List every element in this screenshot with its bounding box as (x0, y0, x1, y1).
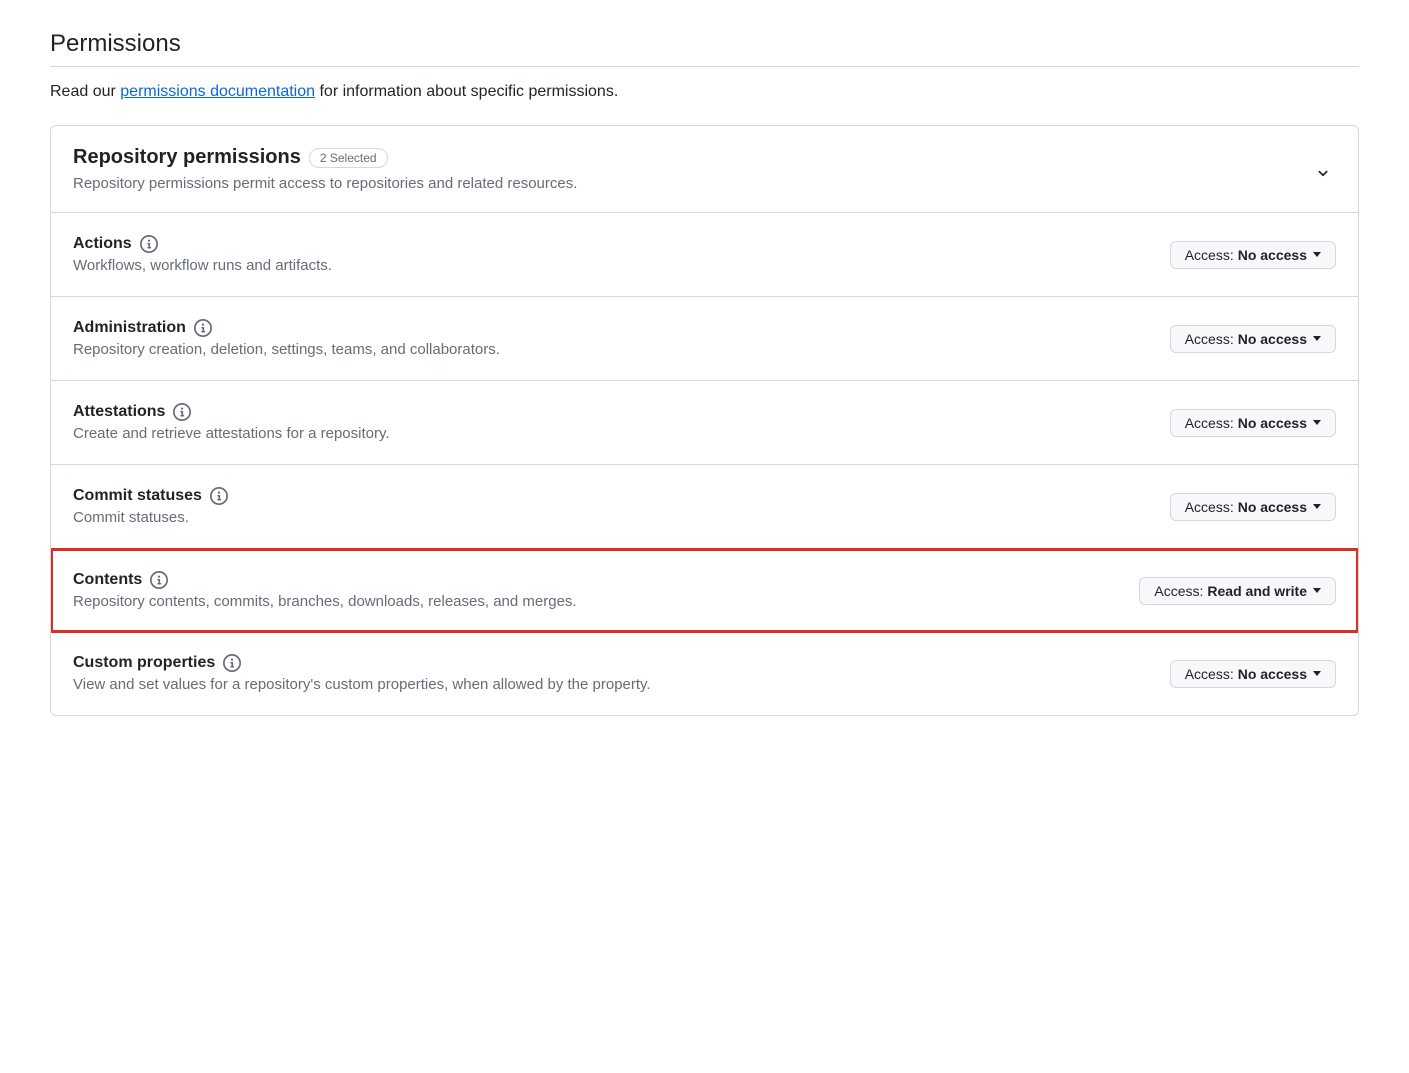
permission-left: Attestations Create and retrieve attestat… (73, 403, 390, 442)
permission-title-row: Custom properties (73, 654, 651, 672)
caret-down-icon (1313, 504, 1321, 509)
caret-down-icon (1313, 252, 1321, 257)
access-value: Read and write (1207, 583, 1307, 599)
permissions-doc-link[interactable]: permissions documentation (120, 83, 315, 100)
caret-down-icon (1313, 420, 1321, 425)
access-dropdown-attestations[interactable]: Access: No access (1170, 409, 1336, 437)
access-label: Access: (1185, 666, 1234, 682)
access-label: Access: (1185, 499, 1234, 515)
access-value: No access (1238, 247, 1307, 263)
access-label: Access: (1185, 247, 1234, 263)
permission-title-row: Administration (73, 319, 500, 337)
permission-title: Attestations (73, 403, 165, 421)
info-icon[interactable] (150, 571, 168, 589)
permission-row-custom-properties: Custom properties View and set values for… (51, 632, 1358, 715)
info-icon[interactable] (173, 403, 191, 421)
access-dropdown-custom-properties[interactable]: Access: No access (1170, 660, 1336, 688)
access-dropdown-actions[interactable]: Access: No access (1170, 241, 1336, 269)
permission-left: Custom properties View and set values for… (73, 654, 651, 693)
panel-header-left: Repository permissions 2 Selected Reposi… (73, 146, 577, 192)
permission-description: Repository creation, deletion, settings,… (73, 341, 500, 358)
permission-left: Contents Repository contents, commits, br… (73, 571, 577, 610)
panel-header-title-row: Repository permissions 2 Selected (73, 146, 577, 169)
page-title: Permissions (50, 30, 1359, 67)
permission-title: Contents (73, 571, 142, 589)
permission-description: Commit statuses. (73, 509, 228, 526)
access-value: No access (1238, 499, 1307, 515)
permission-title-row: Attestations (73, 403, 390, 421)
info-icon[interactable] (210, 487, 228, 505)
permission-title: Commit statuses (73, 487, 202, 505)
section-title: Repository permissions (73, 146, 301, 169)
permission-description: Workflows, workflow runs and artifacts. (73, 257, 332, 274)
access-dropdown-commit-statuses[interactable]: Access: No access (1170, 493, 1336, 521)
intro-text: Read our permissions documentation for i… (50, 83, 1359, 101)
permission-description: View and set values for a repository's c… (73, 676, 651, 693)
access-label: Access: (1185, 331, 1234, 347)
access-label: Access: (1185, 415, 1234, 431)
permission-row-attestations: Attestations Create and retrieve attestat… (51, 381, 1358, 465)
info-icon[interactable] (223, 654, 241, 672)
selected-count-badge: 2 Selected (309, 148, 388, 168)
section-description: Repository permissions permit access to … (73, 175, 577, 192)
permission-list: Actions Workflows, workflow runs and arti… (51, 213, 1358, 715)
permission-row-administration: Administration Repository creation, delet… (51, 297, 1358, 381)
permissions-panel: Repository permissions 2 Selected Reposi… (50, 125, 1359, 716)
access-value: No access (1238, 666, 1307, 682)
permission-title-row: Contents (73, 571, 577, 589)
permission-left: Administration Repository creation, delet… (73, 319, 500, 358)
permission-row-actions: Actions Workflows, workflow runs and arti… (51, 213, 1358, 297)
chevron-down-icon (1314, 164, 1332, 182)
permission-row-commit-statuses: Commit statuses Commit statuses. Access: N… (51, 465, 1358, 549)
access-label: Access: (1154, 583, 1203, 599)
intro-suffix: for information about specific permissio… (315, 83, 618, 100)
intro-prefix: Read our (50, 83, 120, 100)
access-value: No access (1238, 331, 1307, 347)
permission-left: Commit statuses Commit statuses. (73, 487, 228, 526)
permission-title-row: Commit statuses (73, 487, 228, 505)
caret-down-icon (1313, 336, 1321, 341)
access-value: No access (1238, 415, 1307, 431)
permission-description: Create and retrieve attestations for a r… (73, 425, 390, 442)
permission-title-row: Actions (73, 235, 332, 253)
access-dropdown-administration[interactable]: Access: No access (1170, 325, 1336, 353)
permission-row-contents: Contents Repository contents, commits, br… (51, 549, 1358, 632)
info-icon[interactable] (140, 235, 158, 253)
permission-title: Custom properties (73, 654, 215, 672)
permission-title: Actions (73, 235, 132, 253)
caret-down-icon (1313, 671, 1321, 676)
repository-permissions-header[interactable]: Repository permissions 2 Selected Reposi… (51, 126, 1358, 213)
access-dropdown-contents[interactable]: Access: Read and write (1139, 577, 1336, 605)
info-icon[interactable] (194, 319, 212, 337)
permission-left: Actions Workflows, workflow runs and arti… (73, 235, 332, 274)
caret-down-icon (1313, 588, 1321, 593)
permission-description: Repository contents, commits, branches, … (73, 593, 577, 610)
permission-title: Administration (73, 319, 186, 337)
